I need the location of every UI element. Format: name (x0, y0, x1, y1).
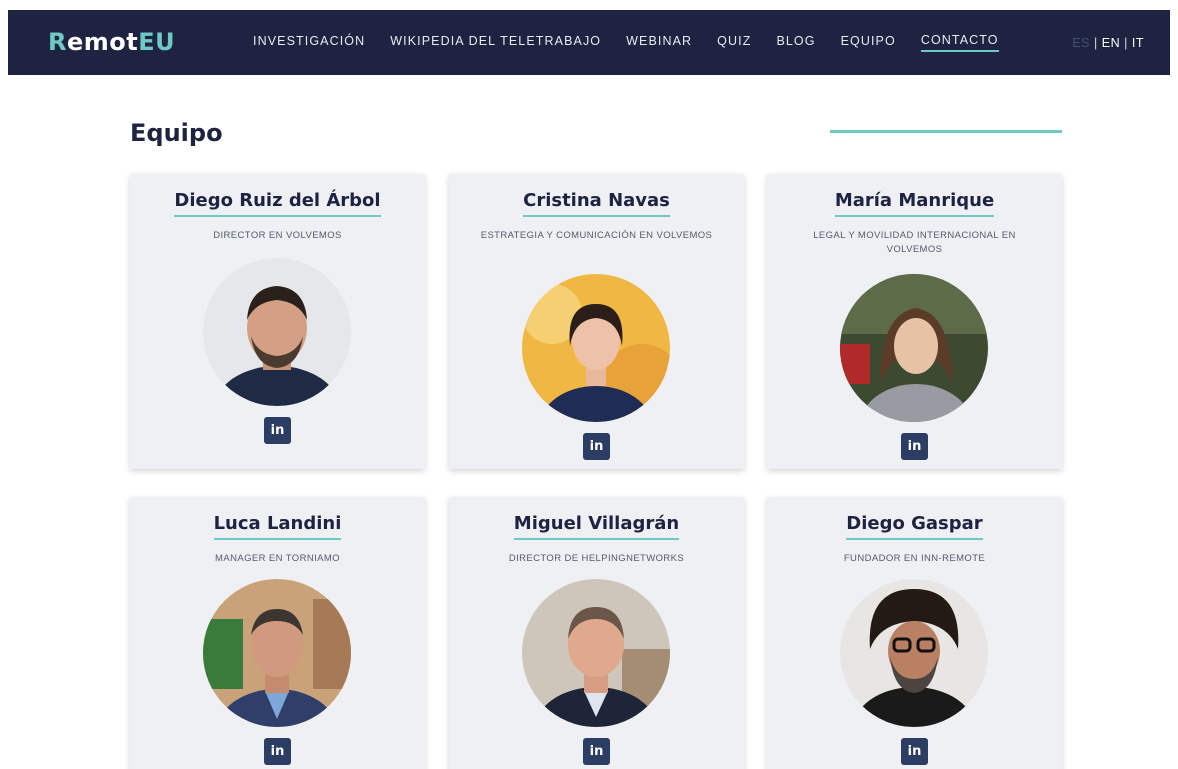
member-name: María Manrique (834, 190, 995, 217)
member-name: Miguel Villagrán (513, 513, 680, 540)
member-name: Diego Gaspar (846, 513, 983, 540)
nav-investigacion[interactable]: INVESTIGACIÓN (253, 34, 365, 51)
team-card: Diego Gaspar FUNDADOR EN INN-REMOTE in (767, 497, 1062, 769)
member-role: MANAGER EN TORNIAMO (215, 553, 340, 564)
logo-eu: EU (138, 28, 176, 56)
lang-separator: | (1124, 36, 1128, 50)
member-name: Luca Landini (213, 513, 342, 540)
lang-en[interactable]: EN (1102, 36, 1120, 50)
top-navbar: RemotEU INVESTIGACIÓN WIKIPEDIA DEL TELE… (8, 10, 1170, 75)
logo-letter-r: R (48, 28, 67, 56)
member-role: FUNDADOR EN INN-REMOTE (843, 553, 986, 564)
member-photo (522, 579, 670, 727)
member-role: DIRECTOR DE HELPINGNETWORKS (508, 553, 685, 564)
lang-it[interactable]: IT (1132, 36, 1144, 50)
member-name: Diego Ruiz del Árbol (174, 190, 381, 217)
linkedin-icon[interactable]: in (583, 738, 610, 765)
team-card: Luca Landini MANAGER EN TORNIAMO in (130, 497, 425, 769)
nav-contacto[interactable]: CONTACTO (920, 33, 999, 52)
remoteu-logo[interactable]: RemotEU (48, 28, 175, 56)
linkedin-icon[interactable]: in (583, 433, 610, 460)
member-photo (840, 274, 988, 422)
member-photo (203, 579, 351, 727)
member-photo (840, 579, 988, 727)
team-card: María Manrique LEGAL Y MOVILIDAD INTERNA… (767, 174, 1062, 469)
team-card: Diego Ruiz del Árbol DIRECTOR EN VOLVEMO… (130, 174, 425, 469)
member-role: ESTRATEGIA Y COMUNICACIÓN EN VOLVEMOS (480, 230, 713, 241)
member-name: Cristina Navas (523, 190, 670, 217)
team-card: Miguel Villagrán DIRECTOR DE HELPINGNETW… (449, 497, 744, 769)
title-divider (830, 130, 1062, 133)
lang-es[interactable]: ES (1072, 36, 1090, 50)
logo-text: emot (66, 28, 139, 56)
member-photo (522, 274, 670, 422)
nav-wikipedia-teletrabajo[interactable]: WIKIPEDIA DEL TELETRABAJO (390, 34, 601, 51)
main-nav: INVESTIGACIÓN WIKIPEDIA DEL TELETRABAJO … (253, 10, 1024, 75)
nav-webinar[interactable]: WEBINAR (626, 34, 692, 51)
member-role: LEGAL Y MOVILIDAD INTERNACIONAL EN VOLVE… (813, 230, 1016, 255)
linkedin-icon[interactable]: in (264, 738, 291, 765)
nav-quiz[interactable]: QUIZ (717, 34, 751, 51)
member-photo (203, 258, 351, 406)
linkedin-icon[interactable]: in (264, 417, 291, 444)
lang-separator: | (1094, 36, 1098, 50)
nav-blog[interactable]: BLOG (776, 34, 815, 51)
team-card: Cristina Navas ESTRATEGIA Y COMUNICACIÓN… (449, 174, 744, 469)
member-role: DIRECTOR EN VOLVEMOS (213, 230, 342, 241)
page-title: Equipo (130, 119, 223, 147)
language-switcher: ES | EN | IT (1072, 36, 1144, 50)
linkedin-icon[interactable]: in (901, 433, 928, 460)
linkedin-icon[interactable]: in (901, 738, 928, 765)
page: RemotEU INVESTIGACIÓN WIKIPEDIA DEL TELE… (0, 0, 1178, 769)
nav-equipo[interactable]: EQUIPO (841, 34, 896, 51)
